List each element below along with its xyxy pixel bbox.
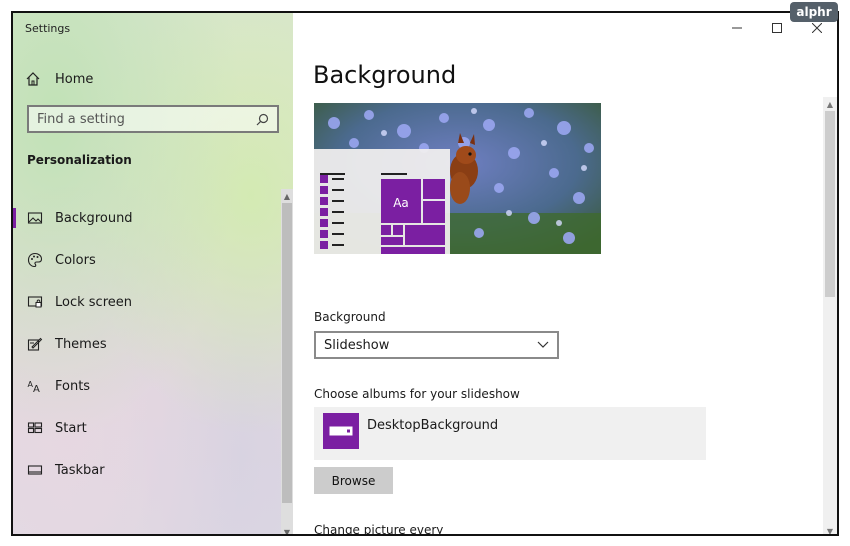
- scroll-down-icon[interactable]: ▼: [281, 527, 293, 534]
- change-picture-label: Change picture every: [314, 523, 444, 536]
- sidebar-scroll-thumb[interactable]: [282, 203, 292, 503]
- home-label: Home: [55, 71, 94, 87]
- maximize-icon: [772, 23, 782, 33]
- scroll-up-icon[interactable]: ▲: [281, 191, 293, 203]
- sidebar-item-fonts[interactable]: A A Fonts: [13, 365, 281, 407]
- sidebar-item-themes[interactable]: Themes: [13, 323, 281, 365]
- album-name: DesktopBackground: [367, 418, 499, 433]
- sidebar-scrollbar[interactable]: ▲ ▼: [281, 189, 293, 534]
- search-icon[interactable]: [256, 113, 269, 126]
- start-menu-tiles: [381, 173, 445, 254]
- home-link[interactable]: Home: [25, 69, 93, 89]
- section-title: Personalization: [27, 153, 132, 167]
- main-scroll-thumb[interactable]: [825, 111, 835, 297]
- search-input[interactable]: [37, 111, 247, 127]
- main-scrollbar[interactable]: ▲ ▼: [823, 97, 837, 534]
- palette-icon: [27, 252, 43, 268]
- svg-text:A: A: [33, 384, 40, 394]
- sidebar-item-lock-screen[interactable]: Lock screen: [13, 281, 281, 323]
- sidebar-item-label: Colors: [55, 252, 96, 268]
- nav-list: Background Colors Lock screen Themes A A…: [13, 197, 281, 491]
- sidebar-item-label: Fonts: [55, 378, 91, 394]
- app-title: Settings: [25, 22, 71, 35]
- sidebar-item-label: Themes: [55, 336, 107, 352]
- background-preview: Aa: [314, 103, 601, 254]
- sidebar-item-background[interactable]: Background: [13, 197, 281, 239]
- picture-icon: [27, 212, 43, 224]
- fonts-icon: A A: [28, 380, 41, 394]
- album-folder-icon: [323, 412, 359, 449]
- minimize-button[interactable]: [717, 13, 757, 43]
- sidebar-item-label: Start: [55, 420, 87, 436]
- scroll-down-icon[interactable]: ▼: [823, 526, 837, 534]
- themes-icon: [27, 337, 43, 351]
- taskbar-icon: [27, 465, 43, 475]
- scroll-up-icon[interactable]: ▲: [823, 99, 837, 111]
- background-label: Background: [314, 310, 386, 324]
- background-select-value: Slideshow: [324, 337, 390, 353]
- album-item[interactable]: DesktopBackground: [314, 407, 706, 460]
- browse-button[interactable]: Browse: [314, 467, 393, 494]
- albums-label: Choose albums for your slideshow: [314, 387, 520, 401]
- start-icon: [27, 422, 43, 434]
- background-select[interactable]: Slideshow: [314, 331, 559, 359]
- sidebar: Settings Home Personalization Backg: [13, 13, 293, 534]
- settings-window: Settings Home Personalization Backg: [11, 11, 839, 536]
- drive-icon: [329, 426, 353, 435]
- sidebar-item-colors[interactable]: Colors: [13, 239, 281, 281]
- sidebar-item-label: Background: [55, 210, 133, 226]
- sidebar-item-label: Taskbar: [55, 462, 105, 478]
- lock-screen-icon: [27, 296, 43, 308]
- alphr-logo: alphr: [790, 2, 838, 22]
- preview-sample-text: Aa: [393, 196, 409, 210]
- sidebar-item-label: Lock screen: [55, 294, 132, 310]
- preview-image: Aa: [314, 103, 601, 254]
- sidebar-item-start[interactable]: Start: [13, 407, 281, 449]
- main-panel: Background Aa Background Slideshow Choos…: [293, 13, 837, 534]
- home-icon: [26, 72, 40, 86]
- close-icon: [812, 23, 822, 33]
- chevron-down-icon: [537, 341, 549, 348]
- sidebar-item-taskbar[interactable]: Taskbar: [13, 449, 281, 491]
- page-title: Background: [313, 61, 457, 89]
- minimize-icon: [732, 27, 742, 29]
- search-box[interactable]: [27, 105, 279, 133]
